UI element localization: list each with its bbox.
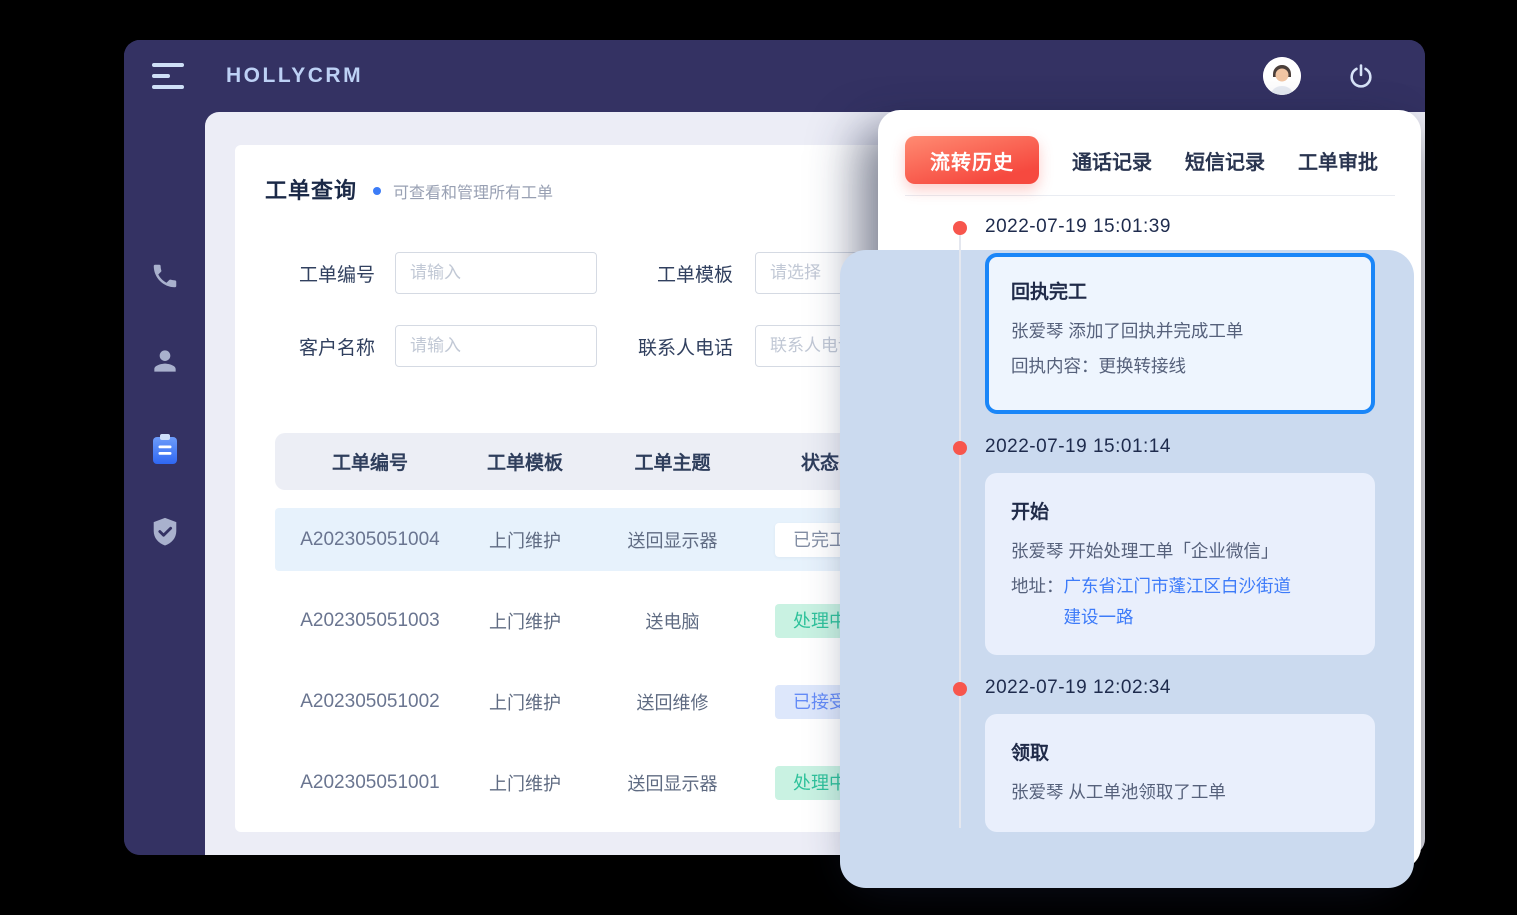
timeline-card-title: 领取 bbox=[1011, 738, 1349, 765]
field-label-order-id: 工单编号 bbox=[265, 260, 375, 287]
field-label-phone: 联系人电话 bbox=[597, 333, 733, 360]
cell-subject: 送回维修 bbox=[585, 689, 760, 715]
timeline-card-line: 张爱琴 添加了回执并完成工单 bbox=[1011, 314, 1349, 349]
tab-approval[interactable]: 工单审批 bbox=[1298, 146, 1378, 175]
menu-icon[interactable] bbox=[152, 63, 184, 89]
address-label: 地址： bbox=[1011, 571, 1064, 633]
sidebar-item-workorders[interactable] bbox=[124, 432, 205, 471]
address-link[interactable]: 广东省江门市蓬江区白沙街道建设一路 bbox=[1064, 571, 1301, 633]
shield-check-icon bbox=[149, 516, 181, 553]
col-header-order-id: 工单编号 bbox=[275, 448, 465, 475]
cell-template: 上门维护 bbox=[465, 608, 585, 634]
power-icon[interactable] bbox=[1347, 62, 1375, 90]
field-label-template: 工单模板 bbox=[597, 260, 733, 287]
cell-template: 上门维护 bbox=[465, 689, 585, 715]
detail-panel: 流转历史 通话记录 短信记录 工单审批 2022-07-19 15:01:39 … bbox=[878, 110, 1421, 869]
clipboard-icon bbox=[148, 432, 182, 471]
customer-name-input[interactable] bbox=[395, 325, 597, 367]
cell-order-id: A202305051002 bbox=[275, 691, 465, 713]
timeline-card-line: 回执内容：更换转接线 bbox=[1011, 349, 1349, 384]
timeline-timestamp: 2022-07-19 12:02:34 bbox=[985, 677, 1395, 699]
flow-history-timeline: 2022-07-19 15:01:39 回执完工 张爱琴 添加了回执并完成工单 … bbox=[905, 216, 1395, 832]
page-subtitle: 可查看和管理所有工单 bbox=[393, 179, 553, 203]
phone-icon bbox=[150, 261, 180, 296]
sidebar bbox=[124, 40, 205, 855]
page-title: 工单查询 bbox=[265, 173, 357, 205]
timeline-dot bbox=[953, 682, 967, 696]
cell-order-id: A202305051001 bbox=[275, 772, 465, 794]
timeline-dot bbox=[953, 221, 967, 235]
timeline-card-selected[interactable]: 回执完工 张爱琴 添加了回执并完成工单 回执内容：更换转接线 bbox=[985, 253, 1375, 414]
sidebar-item-security[interactable] bbox=[124, 516, 205, 553]
timeline-card-line: 张爱琴 开始处理工单「企业微信」 bbox=[1011, 534, 1349, 569]
subtitle-dot bbox=[373, 187, 381, 195]
order-id-input[interactable] bbox=[395, 252, 597, 294]
sidebar-item-customers[interactable] bbox=[124, 345, 205, 382]
tab-sms-records[interactable]: 短信记录 bbox=[1185, 146, 1265, 175]
timeline-card-line: 张爱琴 从工单池领取了工单 bbox=[1011, 775, 1349, 810]
col-header-subject: 工单主题 bbox=[585, 448, 760, 475]
cell-subject: 送回显示器 bbox=[585, 770, 760, 796]
cell-subject: 送回显示器 bbox=[585, 527, 760, 553]
timeline-timestamp: 2022-07-19 15:01:14 bbox=[985, 436, 1395, 458]
topbar-actions bbox=[1263, 57, 1375, 95]
col-header-template: 工单模板 bbox=[465, 448, 585, 475]
cell-template: 上门维护 bbox=[465, 527, 585, 553]
timeline-item: 2022-07-19 15:01:14 开始 张爱琴 开始处理工单「企业微信」 … bbox=[905, 436, 1395, 655]
user-icon bbox=[149, 345, 181, 382]
tab-call-records[interactable]: 通话记录 bbox=[1072, 146, 1152, 175]
timeline-dot bbox=[953, 441, 967, 455]
tabs-divider bbox=[905, 195, 1395, 196]
top-bar: HOLLYCRM bbox=[124, 40, 1425, 112]
cell-order-id: A202305051003 bbox=[275, 610, 465, 632]
cell-template: 上门维护 bbox=[465, 770, 585, 796]
tab-flow-history[interactable]: 流转历史 bbox=[905, 136, 1039, 184]
app-logo: HOLLYCRM bbox=[226, 64, 363, 88]
field-label-customer: 客户名称 bbox=[265, 333, 375, 360]
timeline-card-title: 回执完工 bbox=[1011, 277, 1349, 304]
user-avatar[interactable] bbox=[1263, 57, 1301, 95]
timeline-item: 2022-07-19 12:02:34 领取 张爱琴 从工单池领取了工单 bbox=[905, 677, 1395, 832]
timeline-timestamp: 2022-07-19 15:01:39 bbox=[985, 216, 1395, 238]
cell-order-id: A202305051004 bbox=[275, 529, 465, 551]
timeline-card-title: 开始 bbox=[1011, 497, 1349, 524]
timeline-card[interactable]: 领取 张爱琴 从工单池领取了工单 bbox=[985, 714, 1375, 832]
cell-subject: 送电脑 bbox=[585, 608, 760, 634]
detail-tabs: 流转历史 通话记录 短信记录 工单审批 bbox=[905, 136, 1395, 184]
timeline-card[interactable]: 开始 张爱琴 开始处理工单「企业微信」 地址： 广东省江门市蓬江区白沙街道建设一… bbox=[985, 473, 1375, 655]
sidebar-item-calls[interactable] bbox=[124, 261, 205, 296]
timeline-item: 2022-07-19 15:01:39 回执完工 张爱琴 添加了回执并完成工单 … bbox=[905, 216, 1395, 414]
